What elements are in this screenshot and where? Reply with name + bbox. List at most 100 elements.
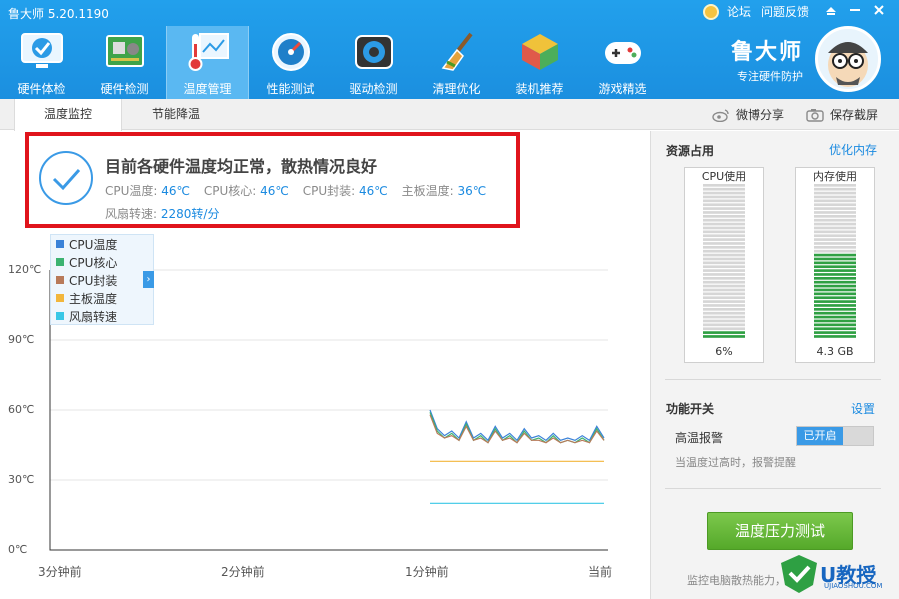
settings-icon[interactable] bbox=[819, 4, 843, 19]
app-title: 鲁大师 5.20.1190 bbox=[8, 7, 109, 21]
features-settings-link[interactable]: 设置 bbox=[851, 400, 875, 417]
legend-item[interactable]: 风扇转速 bbox=[51, 307, 153, 325]
speedometer-icon bbox=[267, 30, 315, 74]
gauge-segment bbox=[703, 331, 745, 334]
medal-icon[interactable] bbox=[702, 3, 719, 20]
gauge-segment bbox=[814, 292, 856, 296]
brand-name: 鲁大师 bbox=[730, 40, 803, 65]
gauge-segment bbox=[703, 261, 745, 265]
gauge-segment bbox=[814, 215, 856, 218]
legend-swatch bbox=[56, 294, 64, 302]
gauge-segment bbox=[703, 300, 745, 303]
nav-hardware-checkup[interactable]: 硬件体检 bbox=[0, 26, 83, 99]
gauge-segment bbox=[814, 308, 856, 311]
gauge-segment bbox=[703, 296, 745, 300]
nav-cleanup[interactable]: 清理优化 bbox=[415, 26, 498, 99]
legend-item[interactable]: CPU封装 bbox=[51, 271, 153, 289]
close-icon[interactable] bbox=[867, 4, 891, 19]
mascot-avatar bbox=[815, 26, 881, 92]
weibo-share-button[interactable]: 微博分享 bbox=[712, 106, 784, 123]
memory-usage-value: 4.3 GB bbox=[816, 345, 854, 358]
cpu-pkg-label: CPU封装: bbox=[302, 184, 356, 198]
camera-icon bbox=[806, 108, 824, 122]
cpu-usage-label: CPU使用 bbox=[701, 170, 747, 183]
weibo-icon bbox=[712, 108, 729, 122]
nav-label: 硬件检测 bbox=[100, 82, 149, 96]
high-temp-alarm-toggle[interactable]: 已开启 bbox=[796, 426, 874, 446]
gauge-segment bbox=[814, 288, 856, 292]
temperature-status-box: 目前各硬件温度均正常，散热情况良好 CPU温度: 46℃ CPU核心: 46℃ … bbox=[25, 132, 520, 228]
gauge-segment bbox=[703, 226, 745, 230]
gauge-segment bbox=[814, 211, 856, 214]
gauge-segment bbox=[703, 315, 745, 319]
gauge-segment bbox=[703, 207, 745, 210]
optimize-memory-link[interactable]: 优化内存 bbox=[829, 141, 877, 158]
legend-item[interactable]: 主板温度 bbox=[51, 289, 153, 307]
status-headline: 目前各硬件温度均正常，散热情况良好 bbox=[105, 157, 378, 176]
gauge-segment bbox=[703, 308, 745, 311]
gauge-segment bbox=[703, 253, 745, 257]
forum-link[interactable]: 论坛 bbox=[727, 3, 751, 20]
cpu-usage-gauge: CPU使用 6% bbox=[684, 167, 764, 363]
nav-label: 硬件体检 bbox=[17, 82, 66, 96]
watermark-shield-icon bbox=[781, 554, 817, 593]
nav-build-recommend[interactable]: 装机推荐 bbox=[498, 26, 581, 99]
legend-item[interactable]: CPU温度 bbox=[51, 235, 153, 253]
nav-games[interactable]: 游戏精选 bbox=[581, 26, 664, 99]
y-tick-label: 0℃ bbox=[8, 543, 28, 556]
gamepad-icon bbox=[599, 30, 647, 74]
main-nav: 硬件体检 硬件检测 温度管理 性能测试 驱动检测 清理优化 装机推荐 游戏精选 bbox=[0, 26, 664, 99]
gauge-segment bbox=[703, 234, 745, 238]
legend-item[interactable]: CPU核心 bbox=[51, 253, 153, 271]
gauge-segment bbox=[814, 257, 856, 261]
cpu-temp-label: CPU温度: bbox=[105, 184, 158, 198]
save-screenshot-button[interactable]: 保存截屏 bbox=[806, 106, 878, 123]
gauge-segment bbox=[703, 199, 745, 203]
gauge-segment bbox=[814, 226, 856, 230]
gauge-segment bbox=[703, 222, 745, 226]
monitor-check-icon bbox=[18, 30, 66, 74]
legend-swatch bbox=[56, 240, 64, 248]
cube-icon bbox=[516, 30, 564, 74]
gauge-segment bbox=[814, 222, 856, 226]
legend-swatch bbox=[56, 312, 64, 320]
gauge-segment bbox=[703, 311, 745, 315]
nav-performance[interactable]: 性能测试 bbox=[249, 26, 332, 99]
x-tick-label: 2分钟前 bbox=[221, 565, 265, 579]
y-tick-label: 90℃ bbox=[8, 333, 35, 346]
board-temp-value: 36℃ bbox=[457, 184, 487, 198]
status-temps: CPU温度: 46℃ CPU核心: 46℃ CPU封装: 46℃ 主板温度: 3… bbox=[105, 182, 496, 199]
high-temp-alarm-label: 高温报警 bbox=[675, 431, 724, 445]
gauge-segment bbox=[703, 288, 745, 292]
gauge-segment bbox=[703, 257, 745, 261]
nav-temperature[interactable]: 温度管理 bbox=[166, 26, 249, 99]
legend-label: 风扇转速 bbox=[69, 309, 118, 324]
feedback-link[interactable]: 问题反馈 bbox=[761, 3, 809, 20]
watermark-logo: U教授 UJIAOSHOU.COM bbox=[778, 548, 899, 599]
gauge-segment bbox=[814, 242, 856, 245]
legend-label: CPU核心 bbox=[69, 255, 118, 270]
gauge-segment bbox=[703, 191, 745, 195]
x-tick-label: 当前 bbox=[588, 565, 613, 579]
gauge-segment bbox=[814, 284, 856, 288]
memory-usage-label: 内存使用 bbox=[813, 170, 857, 183]
legend-toggle-arrow[interactable]: › bbox=[143, 271, 154, 288]
broom-icon bbox=[433, 30, 481, 74]
tab-temperature-monitor[interactable]: 温度监控 bbox=[14, 99, 122, 131]
tab-energy-saving[interactable]: 节能降温 bbox=[122, 99, 230, 130]
gear-chip-icon bbox=[350, 30, 398, 74]
gauge-segment bbox=[703, 335, 745, 338]
nav-hardware-detect[interactable]: 硬件检测 bbox=[83, 26, 166, 99]
gauge-segment bbox=[814, 249, 856, 253]
nav-drivers[interactable]: 驱动检测 bbox=[332, 26, 415, 99]
legend-label: CPU封装 bbox=[69, 273, 118, 288]
minimize-icon[interactable] bbox=[843, 4, 867, 19]
gauge-segment bbox=[814, 261, 856, 265]
gauge-segment bbox=[703, 280, 745, 284]
gauge-segment bbox=[703, 323, 745, 327]
gauge-segment bbox=[703, 249, 745, 253]
watermark-sub: UJIAOSHOU.COM bbox=[824, 582, 883, 590]
stress-test-button[interactable]: 温度压力测试 bbox=[707, 512, 853, 550]
cpu-pkg-value: 46℃ bbox=[359, 184, 388, 198]
gauge-segment bbox=[703, 265, 745, 269]
